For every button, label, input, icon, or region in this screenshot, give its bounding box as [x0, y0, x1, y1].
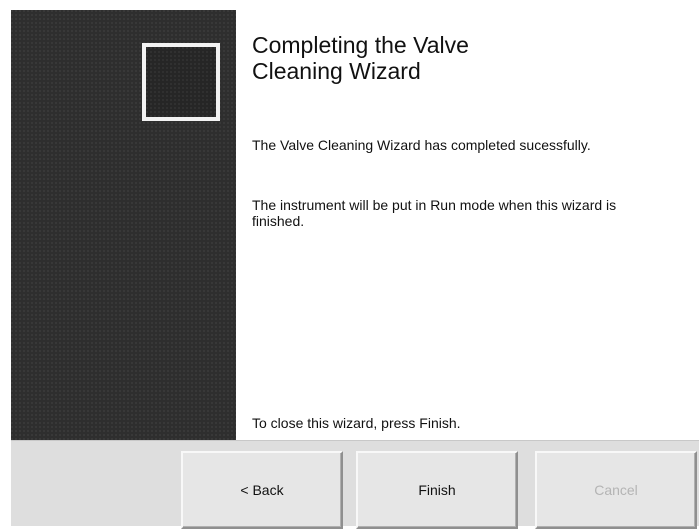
- wizard-image-icon: [142, 43, 220, 121]
- wizard-content: Completing the Valve Cleaning Wizard The…: [252, 10, 692, 440]
- closing-instruction: To close this wizard, press Finish.: [252, 415, 461, 431]
- run-mode-message: The instrument will be put in Run mode w…: [252, 197, 617, 229]
- wizard-side-panel: [11, 10, 236, 440]
- wizard-title: Completing the Valve Cleaning Wizard: [252, 32, 469, 84]
- back-button[interactable]: < Back: [181, 451, 343, 529]
- cancel-button: Cancel: [535, 451, 697, 529]
- wizard-dialog: Completing the Valve Cleaning Wizard The…: [0, 0, 699, 529]
- finish-button[interactable]: Finish: [356, 451, 518, 529]
- button-bar: < Back Finish Cancel: [11, 440, 699, 529]
- completion-message: The Valve Cleaning Wizard has completed …: [252, 137, 591, 153]
